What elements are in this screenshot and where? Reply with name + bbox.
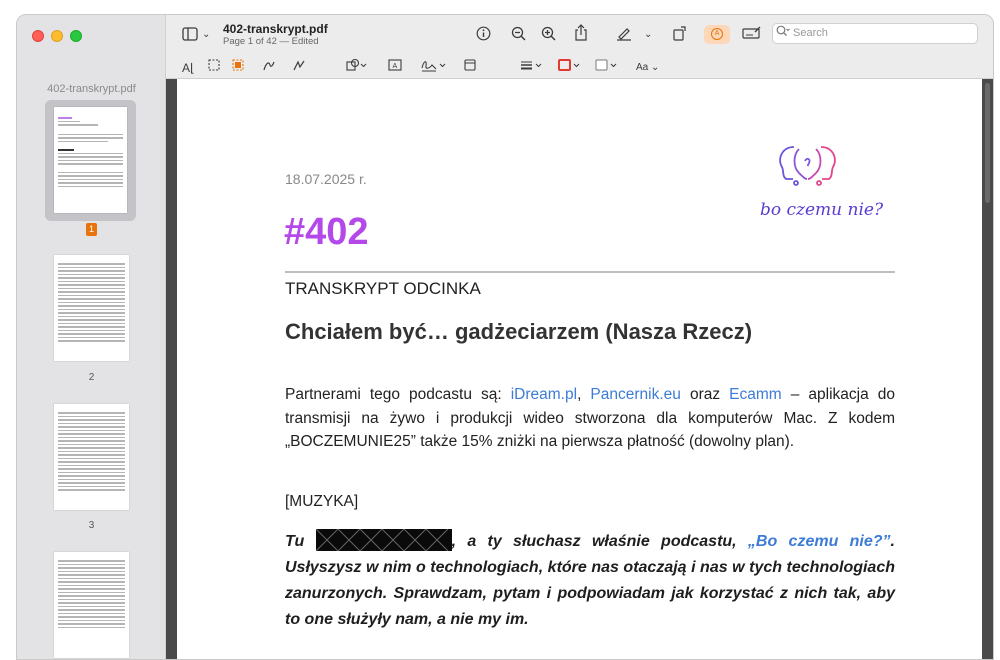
markup-toggle-button[interactable]: A [704,25,730,44]
close-button[interactable] [32,30,44,42]
info-icon[interactable] [476,26,491,45]
rotate-icon[interactable] [672,25,688,45]
svg-text:A: A [393,63,398,70]
note-icon[interactable] [464,59,476,75]
separator-1: , [577,386,591,403]
search-input[interactable]: Search [772,23,978,44]
toolbar-main-row: ⌄ 402-transkrypt.pdf Page 1 of 42 — Edit… [166,15,993,55]
zoom-in-icon[interactable] [541,26,556,45]
chevron-down-icon[interactable]: ⌄ [644,27,652,43]
thumbnail-sidebar: 402-transkrypt.pdf 1 2 3 [17,15,166,659]
separator-2: oraz [680,386,730,403]
font-icon[interactable]: Aa ⌄ [636,60,659,76]
page-number-3: 3 [88,520,95,531]
zoom-out-icon[interactable] [511,26,526,45]
shapes-icon[interactable] [346,58,368,76]
quote-start: Tu [285,533,316,550]
sketch-icon[interactable] [262,59,276,76]
preview-window: 402-transkrypt.pdf 1 2 3 ⌄ 402-transkryp… [16,14,994,660]
partner-link-ecamm[interactable]: Ecamm [729,386,782,403]
episode-number: #402 [284,211,369,253]
toolbar: ⌄ 402-transkrypt.pdf Page 1 of 42 — Edit… [166,15,993,79]
section-label: TRANSKRYPT ODCINKA [285,279,481,298]
redaction-box [315,529,452,551]
page-thumbnail-1[interactable] [54,107,127,213]
fill-color-icon[interactable] [595,58,619,76]
scrollbar[interactable] [985,83,990,203]
pdf-page-1: 18.07.2025 r. #402 bo czemu nie? TRANSKR… [177,79,982,659]
text-selection-icon[interactable]: A⌊ [182,60,195,76]
intro-quote: Tu , a ty słuchasz właśnie podcastu, „Bo… [285,529,895,633]
document-date: 18.07.2025 r. [285,171,367,187]
border-color-icon[interactable] [558,58,582,76]
window-controls [32,30,82,42]
music-cue: [MUZYKA] [285,493,359,510]
partner-link-pancernik[interactable]: Pancernik.eu [590,386,680,403]
minimize-button[interactable] [51,30,63,42]
partners-paragraph: Partnerami tego podcastu są: iDream.pl, … [285,383,895,454]
divider [285,271,895,273]
text-box-icon[interactable]: A [388,59,402,75]
sidebar-icon[interactable] [182,27,198,45]
highlight-pen-icon[interactable] [616,26,632,45]
partners-intro: Partnerami tego podcastu są: [285,386,511,403]
rect-selection-icon[interactable] [208,59,220,75]
zoom-button[interactable] [70,30,82,42]
sign-icon[interactable] [421,58,447,76]
share-icon[interactable] [574,24,588,45]
document-subtitle: Page 1 of 42 — Edited [223,36,319,47]
document-viewport[interactable]: 18.07.2025 r. #402 bo czemu nie? TRANSKR… [166,79,993,659]
document-title: 402-transkrypt.pdf [223,22,328,36]
page-thumbnail-3[interactable] [54,404,129,510]
page-number-badge-1: 1 [86,223,97,236]
podcast-logo [779,146,836,186]
redact-icon[interactable] [232,59,244,75]
podcast-name: „Bo czemu nie?” [747,533,891,550]
font-label: Aa [636,62,649,73]
page-thumbnail-2[interactable] [54,255,129,361]
markup-toolbar: A⌊ A Aa ⌄ [166,57,993,79]
draw-icon[interactable] [292,59,306,76]
episode-title: Chciałem być… gadżeciarzem (Nasza Rzecz) [285,319,753,344]
page-thumbnail-4[interactable] [54,552,129,658]
markup-icon: A [711,28,723,40]
logo-text: bo czemu nie? [760,200,884,220]
chevron-down-icon[interactable]: ⌄ [202,27,210,43]
search-icon [776,25,790,40]
page-number-2: 2 [88,372,95,383]
partner-link-idream[interactable]: iDream.pl [511,386,577,403]
line-style-icon[interactable] [520,58,544,76]
form-icon[interactable] [742,26,762,44]
quote-mid: , a ty słuchasz właśnie podcastu, [451,533,748,550]
sidebar-document-title: 402-transkrypt.pdf [47,83,136,95]
